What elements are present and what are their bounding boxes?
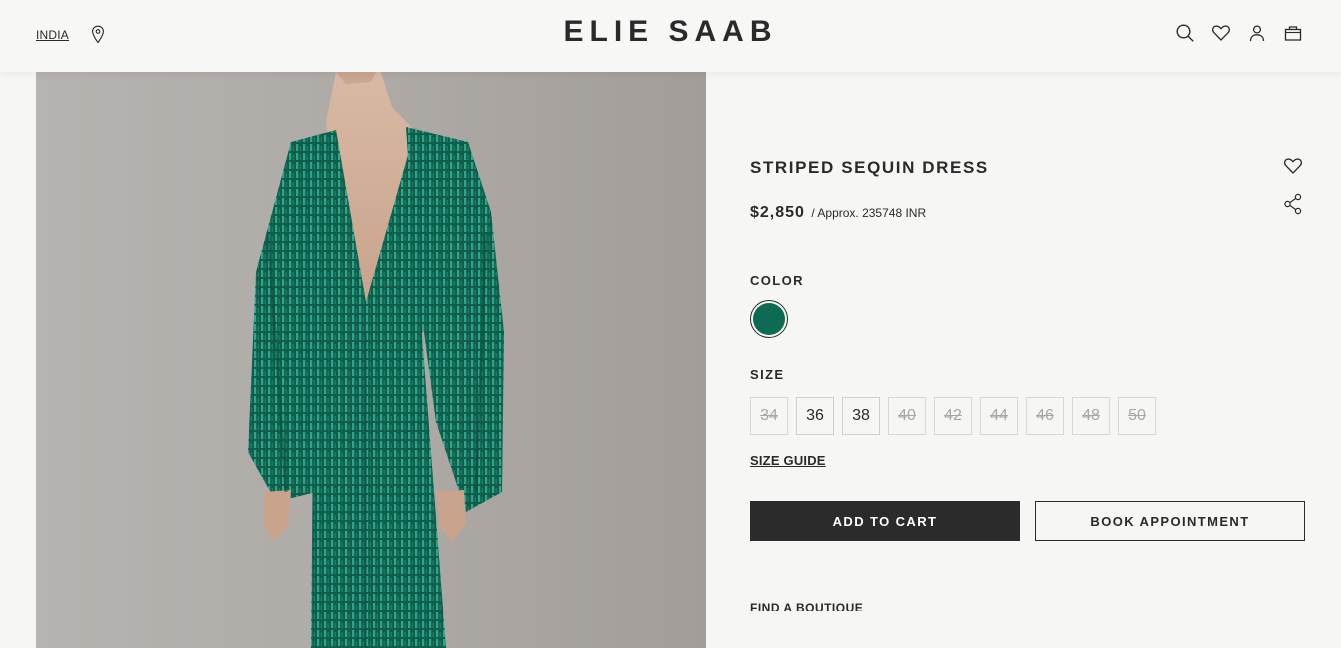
size-option-40[interactable]: 40 — [888, 397, 926, 435]
color-label: COLOR — [750, 273, 804, 288]
site-header: INDIA ELIE SAAB — [0, 0, 1341, 72]
bag-icon[interactable] — [1283, 23, 1303, 43]
book-appointment-button[interactable]: BOOK APPOINTMENT — [1035, 501, 1305, 541]
size-option-34[interactable]: 34 — [750, 397, 788, 435]
size-option-36[interactable]: 36 — [796, 397, 834, 435]
approx-price: / Approx. 235748 INR — [811, 206, 927, 220]
size-option-42[interactable]: 42 — [934, 397, 972, 435]
product-image-illustration — [248, 72, 504, 648]
product-title: STRIPED SEQUIN DRESS — [750, 158, 989, 177]
product-image[interactable] — [36, 72, 706, 648]
size-guide-link[interactable]: SIZE GUIDE — [750, 453, 826, 468]
wishlist-heart-icon[interactable] — [1283, 156, 1303, 176]
heart-icon[interactable] — [1211, 23, 1231, 43]
product-price: $2,850 — [750, 204, 805, 221]
add-to-cart-button[interactable]: ADD TO CART — [750, 501, 1020, 541]
find-boutique-link[interactable]: FIND A BOUTIQUE — [750, 601, 863, 611]
share-icon[interactable] — [1283, 193, 1303, 215]
size-option-38[interactable]: 38 — [842, 397, 880, 435]
size-option-46[interactable]: 46 — [1026, 397, 1064, 435]
color-swatch-fill — [753, 303, 785, 335]
size-label: SIZE — [750, 367, 785, 382]
size-option-44[interactable]: 44 — [980, 397, 1018, 435]
brand-logo[interactable]: ELIE SAAB — [0, 15, 1341, 49]
price-row: $2,850 / Approx. 235748 INR — [750, 204, 926, 222]
size-option-50[interactable]: 50 — [1118, 397, 1156, 435]
color-swatch-selected[interactable] — [750, 300, 788, 338]
search-icon[interactable] — [1175, 23, 1195, 43]
size-options: 34 36 38 40 42 44 46 48 50 — [750, 397, 1156, 435]
size-option-48[interactable]: 48 — [1072, 397, 1110, 435]
account-icon[interactable] — [1247, 23, 1267, 43]
